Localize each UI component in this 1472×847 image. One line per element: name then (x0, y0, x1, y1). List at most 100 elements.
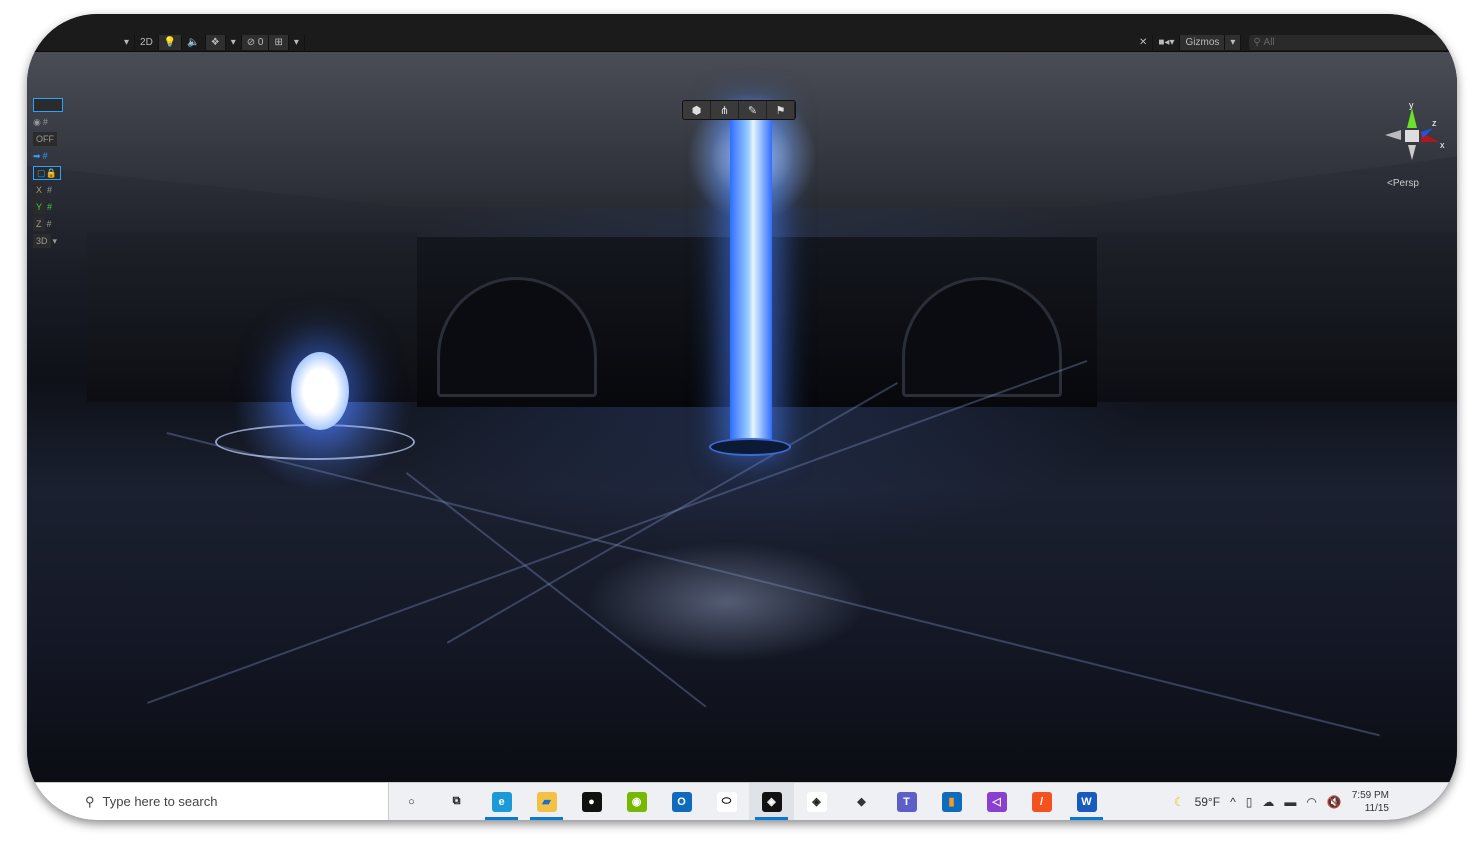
taskbar-app-visual-studio[interactable]: ◁ (974, 783, 1019, 821)
x-label: x (1440, 140, 1445, 150)
taskbar-app-app-orange[interactable]: ▮ (929, 783, 974, 821)
lock-icon: ▢🔒 (33, 166, 61, 180)
taskbar-app-alienware[interactable]: ◆ (839, 783, 884, 821)
search-placeholder: Type here to search (102, 794, 218, 809)
arrow-right-icon: ➡ (33, 150, 41, 161)
lighting-toggle-icon[interactable]: 💡 (158, 35, 183, 50)
z-label: z (1432, 118, 1437, 128)
gizmos-button[interactable]: Gizmos (1180, 35, 1226, 50)
moon-weather-icon: ☾ (1173, 794, 1185, 809)
shading-dropdown[interactable]: ▾ (119, 35, 136, 50)
clock[interactable]: 7:59 PM 11/15 (1352, 789, 1389, 815)
move-snap-tool[interactable]: ➡ # (33, 149, 73, 163)
unity-icon: ◈ (761, 791, 782, 812)
app-pen-icon: / (1031, 791, 1052, 812)
taskbar-search-box[interactable]: ⚲ Type here to search (27, 782, 389, 820)
gizmos-dropdown[interactable]: ▾ (1225, 35, 1242, 50)
taskbar-app-edge[interactable]: e (479, 783, 524, 821)
taskbar-app-nvidia[interactable]: ◉ (614, 783, 659, 821)
glowing-portal[interactable] (291, 352, 349, 430)
clock-time: 7:59 PM (1351, 789, 1389, 801)
search-icon: ⚲ (85, 793, 95, 809)
y-snap[interactable]: Y # (33, 200, 73, 214)
scene-overlay-tools: ⬢ ⋔ ✎ ⚑ (682, 100, 796, 120)
hierarchy-search-input[interactable]: ⚲ All (1249, 35, 1450, 50)
nodes-icon[interactable]: ⋔ (711, 101, 739, 119)
alienware-icon: ◆ (857, 796, 866, 808)
windows-taskbar: ⚲ Type here to search ○ ⧉ e ▰ ● ◉ O ⬭ ◈ ◈ ◆ T ▮ ◁ / W ☾… (27, 782, 1457, 820)
neg-y-cone[interactable] (1408, 145, 1416, 160)
scene-toolbar-left: ▾ 2D 💡 🔈 ❖ ▾ ⊘ 0 ⊞ ▾ (119, 35, 305, 50)
scene-toolbar: ▾ 2D 💡 🔈 ❖ ▾ ⊘ 0 ⊞ ▾ ✕ ■◂▾ Gizmos ▾ ⚲ Al… (27, 14, 1457, 52)
scene-viewport[interactable]: ⬢ ⋔ ✎ ⚑ ◉ # OFF ➡ # ▢🔒 X # Y # Z # 3D ▾ y z x (27, 52, 1457, 782)
3d-toggle[interactable]: 3D ▾ (33, 234, 73, 248)
audio-toggle-icon[interactable]: 🔈 (182, 35, 206, 50)
task-view-icon: ⧉ (452, 795, 461, 807)
neg-x-cone[interactable] (1385, 130, 1401, 140)
projection-toggle[interactable]: <Persp (1387, 178, 1419, 189)
taskbar-app-app-pen[interactable]: / (1019, 783, 1064, 821)
taskbar-app-outlook[interactable]: O (659, 783, 704, 821)
z-label: Z (33, 217, 45, 231)
floor-seam (166, 432, 1380, 737)
visibility-tool[interactable]: ◉ # (33, 115, 73, 129)
oculus-icon: ⬭ (716, 791, 737, 812)
nvidia-icon: ◉ (626, 791, 647, 812)
tools-icon[interactable]: ✕ (1134, 35, 1154, 50)
search-icon: ⚲ (1253, 37, 1264, 48)
visual-studio-icon: ◁ (986, 791, 1007, 812)
taskbar-app-unity-hub[interactable]: ◈ (794, 783, 839, 821)
taskbar-app-oculus[interactable]: ⬭ (704, 783, 749, 821)
taskbar-app-file-explorer[interactable]: ▰ (524, 783, 569, 821)
taskbar-app-word[interactable]: W (1064, 783, 1109, 821)
off-toggle[interactable]: OFF (33, 132, 73, 146)
tool-rect[interactable] (33, 98, 73, 112)
hidden-count: 0 (257, 37, 264, 48)
battery-icon[interactable]: ▬ (1284, 795, 1296, 809)
edge-icon: e (491, 791, 512, 812)
grid-icon: # (42, 117, 48, 127)
cube-icon[interactable]: ⬢ (683, 101, 711, 119)
y-label: Y (33, 200, 46, 214)
taskbar-app-teams[interactable]: T (884, 783, 929, 821)
volume-muted-icon[interactable]: 🔇 (1327, 795, 1342, 809)
grid-dropdown[interactable]: ▾ (289, 35, 305, 50)
floor-seam (147, 359, 1088, 704)
projection-label: Persp (1392, 178, 1419, 189)
y-label: y (1409, 100, 1414, 110)
right-wall (1097, 232, 1457, 402)
chevron-up-icon[interactable]: ^ (1230, 795, 1236, 809)
taskbar-app-task-view[interactable]: ⧉ (434, 783, 479, 821)
hidden-objects-toggle[interactable]: ⊘ 0 (241, 35, 270, 50)
unity-hub-icon: ◈ (806, 791, 827, 812)
orientation-gizmo[interactable]: y z x (1377, 100, 1447, 170)
taskbar-app-unity[interactable]: ◈ (749, 782, 794, 820)
z-snap[interactable]: Z # (33, 217, 73, 231)
3d-label: 3D (33, 234, 51, 248)
x-snap[interactable]: X # (33, 183, 73, 197)
camera-dropdown[interactable]: ■◂▾ (1153, 35, 1181, 50)
device-icon[interactable]: ▯ (1246, 795, 1253, 809)
left-overlay-tools: ◉ # OFF ➡ # ▢🔒 X # Y # Z # 3D ▾ (33, 98, 73, 248)
onedrive-cloud-icon[interactable]: ☁ (1262, 795, 1274, 809)
flag-icon[interactable]: ⚑ (767, 101, 795, 119)
taskbar-apps: ○ ⧉ e ▰ ● ◉ O ⬭ ◈ ◈ ◆ T ▮ ◁ / W (389, 782, 1109, 821)
weather-temp[interactable]: 59°F (1195, 795, 1220, 809)
unity-scene-view-window: ▾ 2D 💡 🔈 ❖ ▾ ⊘ 0 ⊞ ▾ ✕ ■◂▾ Gizmos ▾ ⚲ Al… (27, 14, 1457, 820)
off-label: OFF (33, 132, 57, 146)
grid-toggle-icon[interactable]: ⊞ (269, 35, 289, 50)
pen-icon[interactable]: ✎ (739, 101, 767, 119)
lock-toggle[interactable]: ▢🔒 (33, 166, 73, 180)
wifi-icon[interactable]: ◠ (1306, 795, 1316, 809)
y-axis-cone[interactable] (1407, 108, 1417, 128)
grid-icon: # (42, 151, 48, 161)
2d-toggle[interactable]: 2D (135, 35, 159, 50)
effects-toggle-icon[interactable]: ❖ (205, 35, 226, 50)
light-pillar[interactable] (730, 112, 772, 447)
center-cube[interactable] (1405, 130, 1419, 142)
taskbar-app-cortana[interactable]: ○ (389, 783, 434, 821)
taskbar-app-app-black[interactable]: ● (569, 783, 614, 821)
teams-icon: T (896, 791, 917, 812)
effects-dropdown[interactable]: ▾ (226, 35, 242, 50)
eye-off-icon: ⊘ (246, 37, 256, 48)
